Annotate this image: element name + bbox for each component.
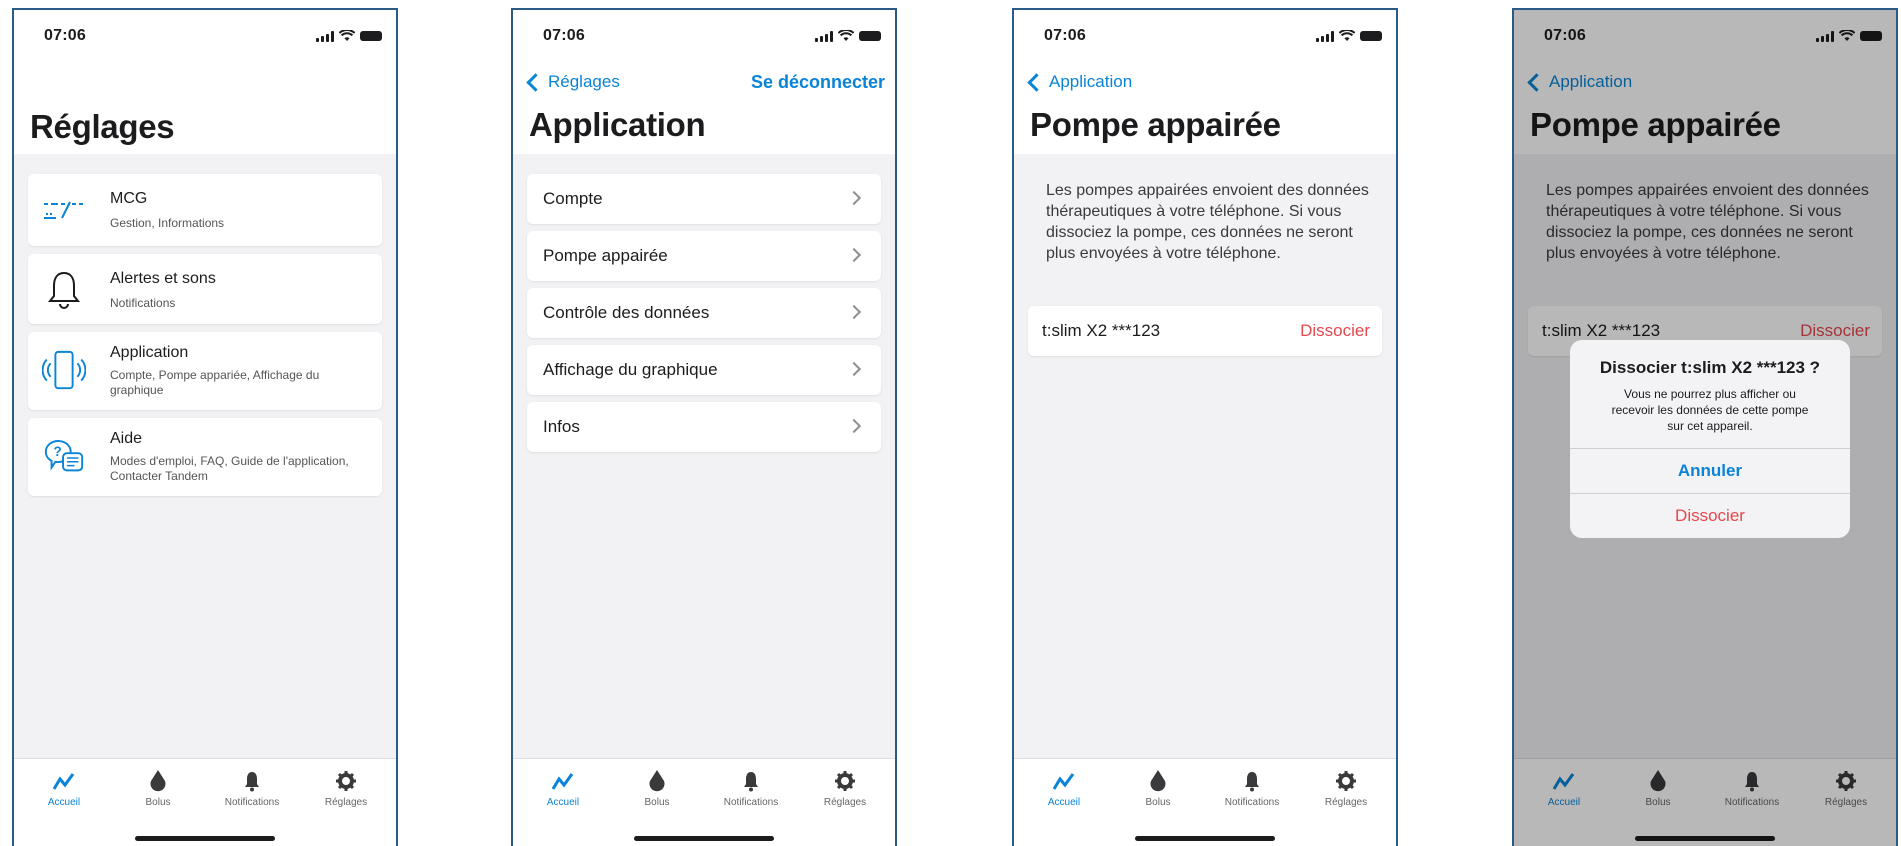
alert-message: Vous ne pourrez plus afficher ou recevoi… xyxy=(1611,387,1809,433)
cellular-signal-icon xyxy=(815,30,833,42)
chevron-right-icon xyxy=(846,190,862,206)
back-button[interactable]: Réglages xyxy=(525,72,620,92)
graph-icon xyxy=(523,767,603,795)
gear-icon xyxy=(306,767,386,795)
bell-icon xyxy=(711,767,791,795)
phone-screen-settings: 07:06 Réglages MCG Gestion, Informations… xyxy=(12,8,398,846)
chevron-left-icon xyxy=(1027,72,1046,92)
gear-icon xyxy=(805,767,885,795)
settings-item-title: Alertes et sons xyxy=(110,270,216,287)
settings-item-title: Application xyxy=(110,344,189,361)
status-bar: 07:06 xyxy=(1044,24,1382,48)
tab-notifications[interactable]: Notifications xyxy=(212,767,292,808)
chevron-right-icon xyxy=(846,418,862,434)
settings-item-subtitle: Modes d'emploi, FAQ, Guide de l'applicat… xyxy=(110,454,349,483)
bell-icon xyxy=(1212,767,1292,795)
tab-settings[interactable]: Réglages xyxy=(1306,767,1386,808)
graph-icon xyxy=(24,767,104,795)
wifi-icon xyxy=(838,30,854,41)
home-indicator xyxy=(634,836,774,841)
wifi-icon xyxy=(1339,30,1355,41)
home-indicator xyxy=(135,836,275,841)
dissociate-button[interactable]: Dissocier xyxy=(1300,321,1370,341)
phone-screen-paired-pump: 07:06 Application Pompe appairée Les pom… xyxy=(1012,8,1398,846)
svg-text:?: ? xyxy=(53,444,61,459)
tab-bar: Accueil Bolus Notifications Réglages xyxy=(1014,758,1396,846)
confirm-dissociate-button[interactable]: Dissocier xyxy=(1570,493,1850,538)
menu-item-graph-display[interactable]: Affichage du graphique xyxy=(527,345,881,395)
battery-icon xyxy=(1360,31,1382,41)
navigation-bar: Réglages Se déconnecter xyxy=(513,66,895,96)
chevron-right-icon xyxy=(846,361,862,377)
tab-home[interactable]: Accueil xyxy=(523,767,603,808)
home-indicator xyxy=(1135,836,1275,841)
bell-icon xyxy=(212,767,292,795)
menu-item-info[interactable]: Infos xyxy=(527,402,881,452)
alert-title: Dissocier t:slim X2 ***123 ? xyxy=(1599,358,1821,377)
gear-icon xyxy=(1306,767,1386,795)
cellular-signal-icon xyxy=(1316,30,1334,42)
bell-icon xyxy=(42,267,86,311)
logout-button[interactable]: Se déconnecter xyxy=(751,72,885,93)
page-title: Application xyxy=(529,106,706,143)
settings-item-help[interactable]: ? Aide Modes d'emploi, FAQ, Guide de l'a… xyxy=(28,418,382,496)
wifi-icon xyxy=(339,30,355,41)
phone-screen-application: 07:06 Réglages Se déconnecter Applicatio… xyxy=(511,8,897,846)
graph-icon xyxy=(1024,767,1104,795)
chevron-left-icon xyxy=(526,72,545,92)
back-button[interactable]: Application xyxy=(1026,72,1132,92)
drop-icon xyxy=(617,767,697,795)
menu-item-paired-pump[interactable]: Pompe appairée xyxy=(527,231,881,281)
settings-item-subtitle: Notifications xyxy=(110,296,176,310)
page-title: Pompe appairée xyxy=(1030,106,1281,143)
tab-home[interactable]: Accueil xyxy=(24,767,104,808)
settings-item-alerts[interactable]: Alertes et sons Notifications xyxy=(28,254,382,324)
menu-item-data-control[interactable]: Contrôle des données xyxy=(527,288,881,338)
menu-item-account[interactable]: Compte xyxy=(527,174,881,224)
paired-pump-row: t:slim X2 ***123 Dissocier xyxy=(1028,306,1382,356)
cgm-trend-icon xyxy=(42,188,86,232)
tab-settings[interactable]: Réglages xyxy=(805,767,885,808)
tab-bolus[interactable]: Bolus xyxy=(118,767,198,808)
drop-icon xyxy=(118,767,198,795)
tab-home[interactable]: Accueil xyxy=(1024,767,1104,808)
status-time: 07:06 xyxy=(1044,27,1086,44)
cancel-button[interactable]: Annuler xyxy=(1570,448,1850,493)
status-bar: 07:06 xyxy=(543,24,881,48)
phone-signal-icon xyxy=(42,349,86,393)
settings-item-subtitle: Gestion, Informations xyxy=(110,216,225,230)
settings-item-mcg[interactable]: MCG Gestion, Informations xyxy=(28,174,382,246)
tab-bolus[interactable]: Bolus xyxy=(617,767,697,808)
status-bar: 07:06 xyxy=(44,24,382,48)
chevron-right-icon xyxy=(846,247,862,263)
tab-bolus[interactable]: Bolus xyxy=(1118,767,1198,808)
help-chat-icon: ? xyxy=(42,435,86,479)
cellular-signal-icon xyxy=(316,30,334,42)
tab-notifications[interactable]: Notifications xyxy=(711,767,791,808)
pump-name: t:slim X2 ***123 xyxy=(1042,321,1161,340)
page-title: Réglages xyxy=(30,108,175,145)
navigation-bar: Application xyxy=(1014,66,1396,96)
settings-item-application[interactable]: Application Compte, Pompe appariée, Affi… xyxy=(28,332,382,410)
battery-icon xyxy=(360,31,382,41)
battery-icon xyxy=(859,31,881,41)
phone-screen-dissociate-alert: 07:06 Application Pompe appairée Les pom… xyxy=(1512,8,1898,846)
tab-settings[interactable]: Réglages xyxy=(306,767,386,808)
tab-bar: Accueil Bolus Notifications Réglages xyxy=(14,758,396,846)
drop-icon xyxy=(1118,767,1198,795)
settings-item-subtitle: Compte, Pompe appariée, Affichage du gra… xyxy=(110,368,320,397)
status-time: 07:06 xyxy=(543,27,585,44)
dissociate-alert-dialog: Dissocier t:slim X2 ***123 ? Vous ne pou… xyxy=(1570,340,1850,538)
description-text: Les pompes appairées envoient des donnée… xyxy=(1046,182,1369,262)
tab-notifications[interactable]: Notifications xyxy=(1212,767,1292,808)
tab-bar: Accueil Bolus Notifications Réglages xyxy=(513,758,895,846)
chevron-right-icon xyxy=(846,304,862,320)
settings-item-title: MCG xyxy=(110,190,148,207)
settings-item-title: Aide xyxy=(110,430,143,447)
status-time: 07:06 xyxy=(44,27,86,44)
